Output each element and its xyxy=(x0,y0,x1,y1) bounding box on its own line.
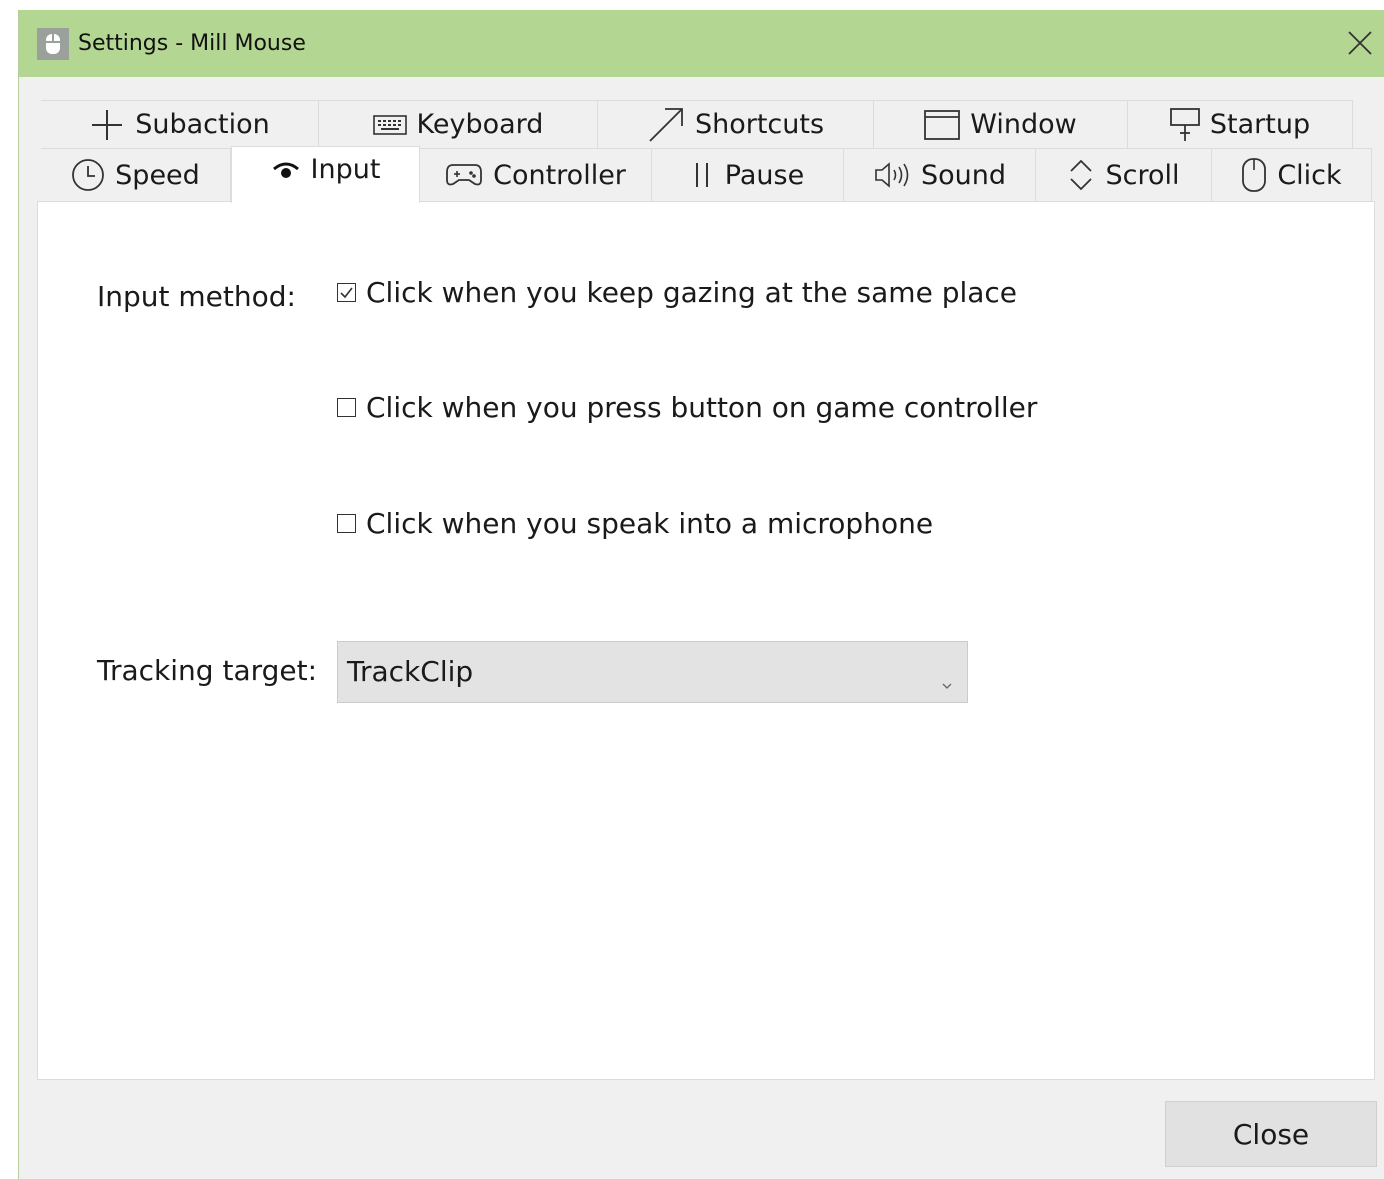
tab-label: Subaction xyxy=(135,109,270,140)
checkbox-unchecked[interactable] xyxy=(337,514,356,533)
window-icon xyxy=(924,109,961,140)
tab-keyboard[interactable]: Keyboard xyxy=(319,100,598,148)
dropdown-value: TrackClip xyxy=(347,655,474,688)
gamepad-icon xyxy=(445,162,483,188)
keyboard-icon xyxy=(372,114,407,136)
checkbox-controller-click[interactable]: Click when you press button on game cont… xyxy=(337,391,1037,424)
tab-subaction[interactable]: Subaction xyxy=(41,100,319,148)
tab-label: Shortcuts xyxy=(694,109,825,140)
checkbox-checked[interactable] xyxy=(337,283,356,302)
input-method-label: Input method: xyxy=(97,280,296,313)
checkbox-gaze-click[interactable]: Click when you keep gazing at the same p… xyxy=(337,276,1017,309)
tab-window[interactable]: Window xyxy=(874,100,1128,148)
checkbox-label: Click when you speak into a microphone xyxy=(366,507,934,540)
checkbox-microphone-click[interactable]: Click when you speak into a microphone xyxy=(337,507,933,540)
tab-speed[interactable]: Speed xyxy=(41,148,231,201)
tab-label: Pause xyxy=(724,159,805,191)
checkbox-label: Click when you keep gazing at the same p… xyxy=(366,276,1018,309)
tab-label: Scroll xyxy=(1105,159,1180,191)
close-window-icon[interactable] xyxy=(1341,24,1379,62)
checkbox-unchecked[interactable] xyxy=(337,398,356,417)
tab-label: Speed xyxy=(115,159,200,191)
tab-controller[interactable]: Controller xyxy=(420,148,652,201)
tab-shortcuts[interactable]: Shortcuts xyxy=(598,100,874,148)
tab-label: Startup xyxy=(1209,109,1311,140)
window-title: Settings - Mill Mouse xyxy=(78,31,306,56)
tab-input[interactable]: Input xyxy=(231,146,420,203)
arrow-up-right-icon xyxy=(647,106,685,144)
tracking-target-label: Tracking target: xyxy=(97,654,318,687)
checkbox-label: Click when you press button on game cont… xyxy=(366,391,1038,424)
settings-window: Settings - Mill Mouse Subaction Keyboard… xyxy=(18,10,1384,1179)
tab-label: Keyboard xyxy=(416,109,544,140)
close-button[interactable]: Close xyxy=(1165,1101,1377,1167)
input-settings-panel: Input method: Click when you keep gazing… xyxy=(37,201,1375,1080)
clock-icon xyxy=(71,158,105,192)
speaker-icon xyxy=(873,160,911,190)
pause-icon xyxy=(691,160,715,190)
title-bar: Settings - Mill Mouse xyxy=(19,10,1384,77)
tab-pause[interactable]: Pause xyxy=(652,148,844,201)
tab-click[interactable]: Click xyxy=(1212,148,1372,201)
tab-label: Input xyxy=(310,154,381,185)
tab-label: Sound xyxy=(920,159,1007,191)
chevron-down-icon xyxy=(941,664,953,697)
tab-startup[interactable]: Startup xyxy=(1128,100,1353,148)
tab-label: Window xyxy=(970,109,1077,140)
scroll-arrows-icon xyxy=(1067,157,1095,193)
app-mouse-icon xyxy=(37,28,69,60)
tab-label: Click xyxy=(1277,159,1342,191)
plus-icon xyxy=(89,107,125,143)
mouse-icon xyxy=(1241,157,1267,193)
tab-sound[interactable]: Sound xyxy=(844,148,1036,201)
eye-icon xyxy=(271,160,301,182)
tab-scroll[interactable]: Scroll xyxy=(1036,148,1212,201)
sign-icon xyxy=(1169,107,1200,142)
tab-label: Controller xyxy=(493,159,626,191)
tracking-target-dropdown[interactable]: TrackClip xyxy=(337,641,968,703)
